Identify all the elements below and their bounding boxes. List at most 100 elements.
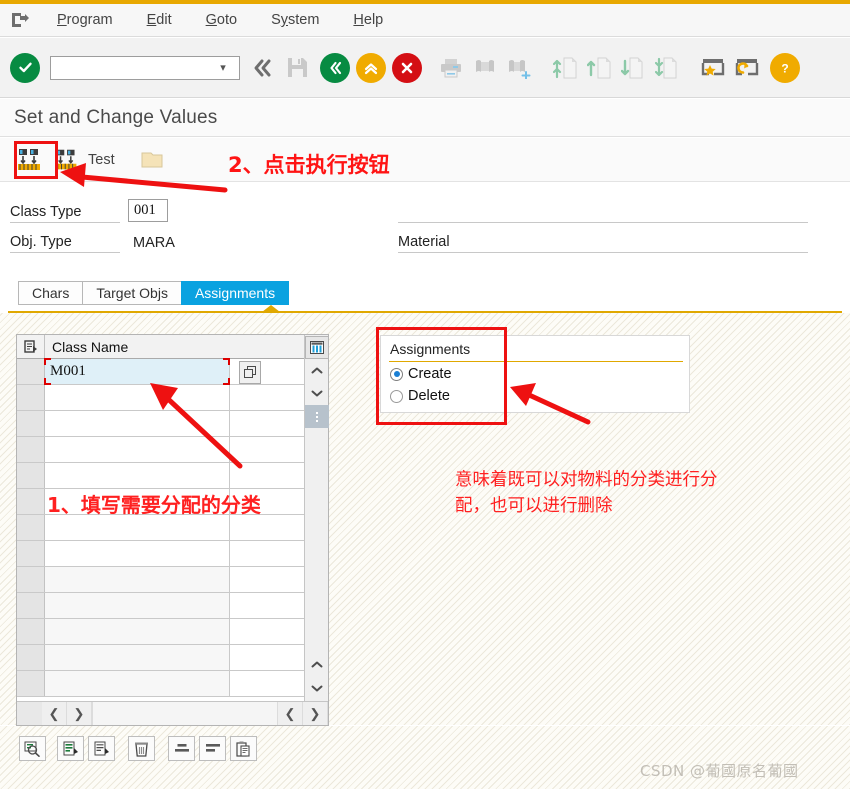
row-selector[interactable] xyxy=(17,541,45,566)
assignments-group: Assignments Create Delete xyxy=(380,335,690,413)
cell-class-name[interactable] xyxy=(45,541,230,566)
scroll-up-icon[interactable] xyxy=(305,653,329,676)
menu-label-help: elp xyxy=(363,12,384,28)
scroll-right-icon[interactable]: ❯ xyxy=(67,702,92,725)
command-input[interactable] xyxy=(51,57,211,78)
assignments-group-title: Assignments xyxy=(390,341,471,357)
back-green-icon[interactable] xyxy=(320,52,350,83)
cell-class-name[interactable] xyxy=(45,437,230,462)
hscroll-track[interactable] xyxy=(92,702,278,725)
row-selector[interactable] xyxy=(17,411,45,436)
folder-icon[interactable] xyxy=(139,149,165,171)
tab-target-objs[interactable]: Target Objs xyxy=(82,281,181,305)
sort-descending-icon[interactable] xyxy=(199,736,226,761)
delete-row-icon[interactable] xyxy=(128,736,155,761)
menu-item-program[interactable]: Program xyxy=(40,12,130,28)
menu-item-goto[interactable]: Goto xyxy=(189,12,254,28)
application-toolbar: Test xyxy=(0,138,850,182)
help-icon[interactable]: ? xyxy=(770,52,800,83)
cell-class-name[interactable]: M001 xyxy=(44,358,230,385)
annotation-step-2: 2、点击执行按钮 xyxy=(228,153,390,177)
find-icon[interactable] xyxy=(468,50,502,86)
table-row[interactable] xyxy=(17,541,328,567)
menu-item-help[interactable]: Help xyxy=(336,12,400,28)
enter-checkmark-icon[interactable] xyxy=(10,52,40,83)
scroll-left-icon[interactable]: ❮ xyxy=(42,702,67,725)
scroll-left-icon[interactable]: ❮ xyxy=(278,702,303,725)
menu-item-edit[interactable]: Edit xyxy=(130,12,189,28)
radio-create[interactable]: Create xyxy=(390,366,452,382)
scroll-down-icon[interactable] xyxy=(305,382,329,405)
chevron-down-icon[interactable]: ▾ xyxy=(211,61,235,74)
table-row[interactable] xyxy=(17,567,328,593)
row-selector[interactable] xyxy=(17,593,45,618)
cell-class-name[interactable] xyxy=(45,619,230,644)
cancel-x-icon[interactable] xyxy=(392,52,422,83)
next-page-icon[interactable] xyxy=(616,50,650,86)
execute-button[interactable] xyxy=(14,144,48,176)
table-row[interactable] xyxy=(17,671,328,697)
command-field[interactable]: ▾ xyxy=(50,55,240,80)
cell-class-name[interactable] xyxy=(45,593,230,618)
scroll-down-icon[interactable] xyxy=(305,677,329,700)
cell-class-name[interactable] xyxy=(45,463,230,488)
table-row[interactable] xyxy=(17,619,328,645)
cell-class-name[interactable] xyxy=(45,671,230,696)
table-row[interactable] xyxy=(17,385,328,411)
row-selector[interactable] xyxy=(17,359,45,384)
row-selector[interactable] xyxy=(17,645,45,670)
table-row[interactable] xyxy=(17,437,328,463)
cell-class-name[interactable] xyxy=(45,411,230,436)
select-all-icon[interactable] xyxy=(17,335,45,358)
radio-delete-label: Delete xyxy=(408,388,450,404)
exit-up-icon[interactable] xyxy=(356,52,386,83)
insert-row-icon[interactable] xyxy=(57,736,84,761)
first-page-icon[interactable] xyxy=(548,50,582,86)
find-next-icon[interactable] xyxy=(502,50,536,86)
row-selector[interactable] xyxy=(17,463,45,488)
tab-assignments[interactable]: Assignments xyxy=(180,281,290,305)
scroll-grip-icon[interactable] xyxy=(305,405,329,428)
window-exit-icon[interactable] xyxy=(0,4,40,37)
sort-ascending-icon[interactable] xyxy=(168,736,195,761)
row-selector[interactable] xyxy=(17,385,45,410)
menu-label-goto: oto xyxy=(216,12,238,28)
menu-item-system[interactable]: System xyxy=(254,12,336,28)
column-header-class-name[interactable]: Class Name xyxy=(45,339,128,355)
value-help-popup-icon[interactable] xyxy=(239,361,261,384)
back-double-chevron-icon[interactable] xyxy=(246,50,280,86)
scroll-up-icon[interactable] xyxy=(305,359,329,382)
test-button[interactable]: Test xyxy=(54,144,115,176)
find-in-table-icon[interactable] xyxy=(19,736,46,761)
row-selector[interactable] xyxy=(17,619,45,644)
last-page-icon[interactable] xyxy=(650,50,684,86)
row-selector[interactable] xyxy=(17,567,45,592)
table-row[interactable] xyxy=(17,463,328,489)
content-pane: Class Name M001 ❮ ❯ ❮ ❯ Assignments Crea… xyxy=(0,313,850,726)
table-row[interactable] xyxy=(17,411,328,437)
row-selector[interactable] xyxy=(17,437,45,462)
row-selector[interactable] xyxy=(17,515,45,540)
cell-class-name[interactable] xyxy=(45,567,230,592)
customize-local-layout-icon[interactable] xyxy=(730,50,764,86)
scroll-right-icon[interactable]: ❯ xyxy=(303,702,328,725)
annotation-step-1: 1、填写需要分配的分类 xyxy=(47,493,261,517)
previous-page-icon[interactable] xyxy=(582,50,616,86)
radio-selected-icon xyxy=(390,367,403,381)
field-value-class-type[interactable]: 001 xyxy=(128,198,168,222)
row-selector[interactable] xyxy=(17,489,45,514)
table-row[interactable] xyxy=(17,645,328,671)
table-row[interactable]: M001 xyxy=(17,358,328,385)
print-icon[interactable] xyxy=(434,50,468,86)
create-favorite-icon[interactable] xyxy=(696,50,730,86)
paste-clipboard-icon[interactable] xyxy=(230,736,257,761)
cell-class-name[interactable] xyxy=(45,385,230,410)
radio-delete[interactable]: Delete xyxy=(390,388,450,404)
table-settings-icon[interactable] xyxy=(305,336,329,359)
save-disk-icon[interactable] xyxy=(280,50,314,86)
append-row-icon[interactable] xyxy=(88,736,115,761)
tab-chars[interactable]: Chars xyxy=(18,281,83,305)
row-selector[interactable] xyxy=(17,671,45,696)
table-row[interactable] xyxy=(17,593,328,619)
cell-class-name[interactable] xyxy=(45,645,230,670)
